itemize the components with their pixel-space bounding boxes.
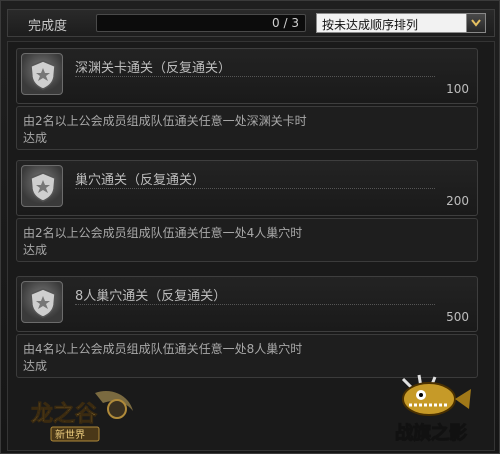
divider: [75, 188, 435, 189]
achievement-title: 巢穴通关（反复通关）: [75, 173, 206, 188]
fish-emblem-logo: 战旗之影: [391, 373, 481, 451]
achievement-header: 深渊关卡通关（反复通关） 100: [16, 48, 478, 104]
dragon-nest-logo: 龙之谷 新世界: [25, 385, 145, 449]
achievement-points: 100: [446, 82, 469, 96]
completion-label: 完成度: [28, 19, 68, 34]
progress-text: 0 / 3: [272, 16, 299, 30]
achievement-description: 由2名以上公会成员组成队伍通关任意一处深渊关卡时 达成: [16, 106, 478, 150]
sort-dropdown[interactable]: 按未达成顺序排列: [316, 13, 486, 33]
achievement-title: 深渊关卡通关（反复通关）: [75, 61, 232, 76]
achievement-description: 由2名以上公会成员组成队伍通关任意一处4人巢穴时 达成: [16, 218, 478, 262]
achievement-panel: 完成度 0 / 3 按未达成顺序排列 深渊关卡通关（反复通关） 100 由2名以…: [0, 0, 500, 454]
shield-icon: [21, 281, 63, 323]
divider: [75, 304, 435, 305]
achievement-description: 由4名以上公会成员组成队伍通关任意一处8人巢穴时 达成: [16, 334, 478, 378]
description-line: 由2名以上公会成员组成队伍通关任意一处深渊关卡时: [23, 114, 307, 128]
sort-value: 按未达成顺序排列: [322, 18, 419, 32]
description-line: 达成: [23, 243, 48, 257]
achievement-header: 8人巢穴通关（反复通关） 500: [16, 276, 478, 332]
description-line: 达成: [23, 131, 48, 145]
achievement-points: 500: [446, 310, 469, 324]
chevron-down-icon[interactable]: [466, 13, 486, 33]
progress-header: 完成度 0 / 3 按未达成顺序排列: [7, 9, 495, 37]
svg-text:战旗之影: 战旗之影: [395, 422, 467, 444]
shield-icon: [21, 165, 63, 207]
achievement-points: 200: [446, 194, 469, 208]
progress-bar: 0 / 3: [96, 14, 306, 32]
achievement-title: 8人巢穴通关（反复通关）: [75, 289, 227, 304]
divider: [75, 76, 435, 77]
svg-text:新世界: 新世界: [55, 428, 85, 441]
shield-icon: [21, 53, 63, 95]
description-line: 由4名以上公会成员组成队伍通关任意一处8人巢穴时: [23, 342, 303, 356]
description-line: 由2名以上公会成员组成队伍通关任意一处4人巢穴时: [23, 226, 303, 240]
svg-text:龙之谷: 龙之谷: [31, 401, 98, 427]
achievement-header: 巢穴通关（反复通关） 200: [16, 160, 478, 216]
